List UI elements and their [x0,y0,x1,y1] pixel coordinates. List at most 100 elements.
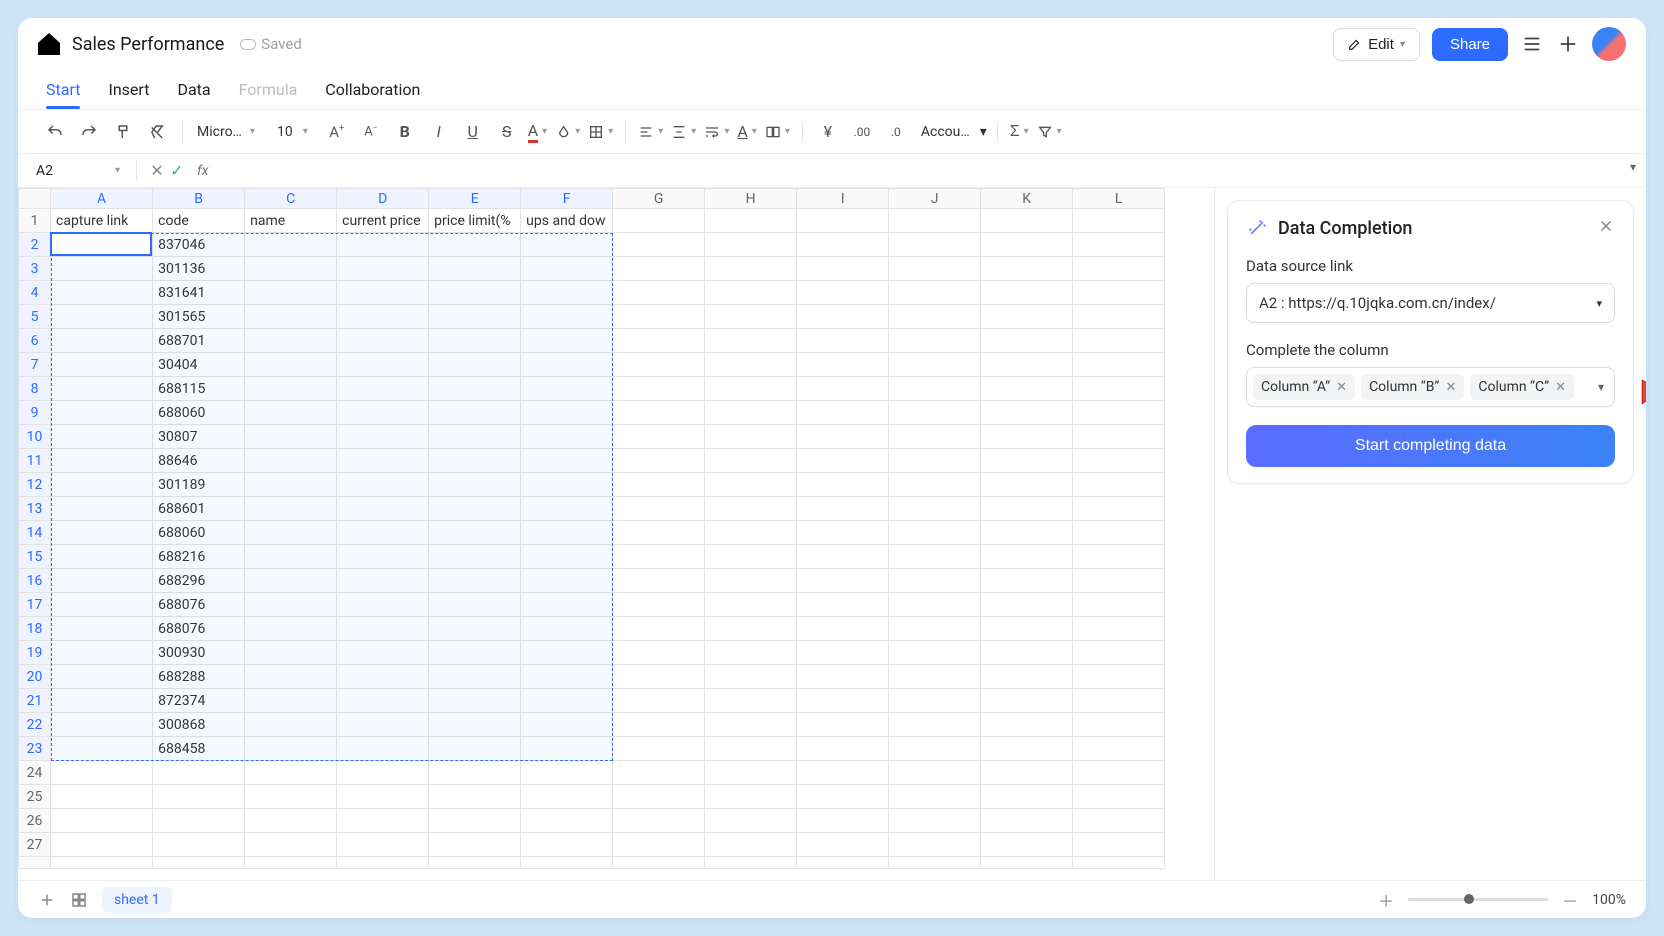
col-header-E[interactable]: E [429,189,521,209]
cell-A6[interactable] [51,329,153,353]
cell-I24[interactable] [797,761,889,785]
cell-B18[interactable]: 688076 [153,617,245,641]
cell-H5[interactable] [705,305,797,329]
cell-B15[interactable]: 688216 [153,545,245,569]
cell-F14[interactable] [521,521,613,545]
cell-C4[interactable] [245,281,337,305]
row-header-8[interactable]: 8 [19,377,51,401]
cell-K25[interactable] [981,785,1073,809]
cell-D13[interactable] [337,497,429,521]
cell-E17[interactable] [429,593,521,617]
cell-A21[interactable] [51,689,153,713]
cell-D16[interactable] [337,569,429,593]
row-header-5[interactable]: 5 [19,305,51,329]
cancel-formula-button[interactable]: ✕ [147,161,167,180]
cell-J20[interactable] [889,665,981,689]
col-header-C[interactable]: C [245,189,337,209]
cell-D26[interactable] [337,809,429,833]
cell-F7[interactable] [521,353,613,377]
cell-C18[interactable] [245,617,337,641]
cell-C25[interactable] [245,785,337,809]
all-sheets-button[interactable] [70,891,88,909]
cell-J11[interactable] [889,449,981,473]
cell-C27[interactable] [245,833,337,857]
cell-D11[interactable] [337,449,429,473]
cell-J3[interactable] [889,257,981,281]
cell-L21[interactable] [1073,689,1165,713]
sheet-tab[interactable]: sheet 1 [102,887,172,913]
cell-A23[interactable] [51,737,153,761]
cell-L11[interactable] [1073,449,1165,473]
row-header-21[interactable]: 21 [19,689,51,713]
cell-K14[interactable] [981,521,1073,545]
row-header-20[interactable]: 20 [19,665,51,689]
cell-C7[interactable] [245,353,337,377]
col-header-L[interactable]: L [1073,189,1165,209]
cell-H6[interactable] [705,329,797,353]
cell-L13[interactable] [1073,497,1165,521]
cell-J17[interactable] [889,593,981,617]
start-completing-button[interactable]: Start completing data [1246,425,1615,467]
cell-F24[interactable] [521,761,613,785]
cell-I18[interactable] [797,617,889,641]
cell-E2[interactable] [429,233,521,257]
cell-H23[interactable] [705,737,797,761]
cell-L20[interactable] [1073,665,1165,689]
cell-K1[interactable] [981,209,1073,233]
decimal-button[interactable]: .0 [881,117,911,147]
cell-E10[interactable] [429,425,521,449]
cell-H18[interactable] [705,617,797,641]
tab-start[interactable]: Start [46,80,80,99]
cell-E22[interactable] [429,713,521,737]
cell-I5[interactable] [797,305,889,329]
col-header-K[interactable]: K [981,189,1073,209]
cell-G12[interactable] [613,473,705,497]
cell-I11[interactable] [797,449,889,473]
cell-F10[interactable] [521,425,613,449]
cell-E18[interactable] [429,617,521,641]
filter-button[interactable] [1035,124,1064,140]
cell-K3[interactable] [981,257,1073,281]
cell-K5[interactable] [981,305,1073,329]
remove-chip-icon[interactable]: ✕ [1445,380,1456,395]
cell-C11[interactable] [245,449,337,473]
cell-E5[interactable] [429,305,521,329]
cell-E9[interactable] [429,401,521,425]
cell-K24[interactable] [981,761,1073,785]
cell-H7[interactable] [705,353,797,377]
cell-F5[interactable] [521,305,613,329]
cell-J9[interactable] [889,401,981,425]
cell-I16[interactable] [797,569,889,593]
row-header-25[interactable]: 25 [19,785,51,809]
home-icon[interactable] [38,33,60,55]
cell-D25[interactable] [337,785,429,809]
cell-E3[interactable] [429,257,521,281]
cell-K11[interactable] [981,449,1073,473]
cell-J27[interactable] [889,833,981,857]
redo-button[interactable] [74,117,104,147]
cell-B4[interactable]: 831641 [153,281,245,305]
cell-A25[interactable] [51,785,153,809]
cell-C5[interactable] [245,305,337,329]
cell-J26[interactable] [889,809,981,833]
cell-F8[interactable] [521,377,613,401]
cell-G24[interactable] [613,761,705,785]
cell-E20[interactable] [429,665,521,689]
cell-C2[interactable] [245,233,337,257]
tab-collaboration[interactable]: Collaboration [325,80,420,99]
cell-J10[interactable] [889,425,981,449]
cell-L25[interactable] [1073,785,1165,809]
cell-E11[interactable] [429,449,521,473]
col-header-G[interactable]: G [613,189,705,209]
cell-H1[interactable] [705,209,797,233]
row-header-1[interactable]: 1 [19,209,51,233]
cell-A10[interactable] [51,425,153,449]
cell-G9[interactable] [613,401,705,425]
cell-K10[interactable] [981,425,1073,449]
cell-B22[interactable]: 300868 [153,713,245,737]
merge-cells-button[interactable] [763,124,792,140]
avatar[interactable] [1592,27,1626,61]
cell-H22[interactable] [705,713,797,737]
cell-L24[interactable] [1073,761,1165,785]
cell-I8[interactable] [797,377,889,401]
